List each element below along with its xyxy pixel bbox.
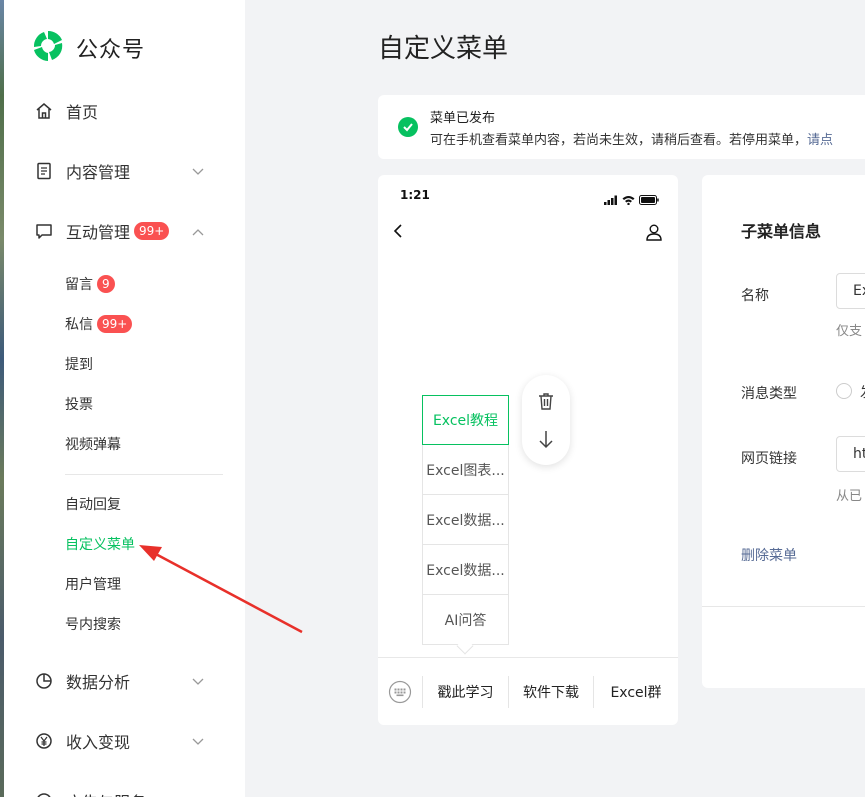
phone-preview: 1:21 Excel教程 Excel图表... Excel数据... Excel… — [378, 175, 678, 725]
sidebar-subitem-label: 自定义菜单 — [65, 537, 135, 553]
arrow-down-icon[interactable] — [536, 429, 556, 453]
sidebar-subitem-video-danmaku[interactable]: 视频弹幕 — [65, 432, 121, 456]
sidebar-subitem-label: 提到 — [65, 357, 93, 373]
notice-title: 菜单已发布 — [430, 111, 496, 126]
phone-menu-bar: 戳此学习 软件下载 Excel群 — [378, 657, 678, 725]
sidebar-item-ads-services[interactable]: 广告与服务 — [34, 786, 214, 797]
notice-text: 可在手机查看菜单内容，若尚未生效，请稍后查看。若停用菜单，请点 — [430, 129, 833, 148]
message-type-radio[interactable] — [836, 383, 852, 399]
sidebar-subitem-label: 号内搜索 — [65, 617, 121, 633]
sidebar: 公众号 首页 内容管理 互动管理 99+ 留言 9 私信 99+ 提到 投票 视… — [4, 0, 245, 797]
menu-tab-learn[interactable]: 戳此学习 — [423, 676, 508, 708]
sidebar-subitem-auto-reply[interactable]: 自动回复 — [65, 492, 121, 516]
publish-notice: 菜单已发布 可在手机查看菜单内容，若尚未生效，请稍后查看。若停用菜单，请点 — [378, 95, 865, 159]
sidebar-item-label: 广告与服务 — [66, 789, 146, 797]
brand-name: 公众号 — [76, 38, 146, 63]
chart-icon — [34, 671, 54, 691]
submenu-tools — [522, 375, 570, 465]
unread-badge: 99+ — [97, 315, 133, 333]
menu-tab-software[interactable]: 软件下载 — [509, 676, 593, 708]
success-check-icon — [398, 117, 418, 137]
wechat-official-logo-icon — [30, 28, 66, 68]
sidebar-subitem-label: 视频弹幕 — [65, 437, 121, 453]
divider — [65, 474, 223, 475]
name-input[interactable]: Ex — [836, 273, 865, 309]
menu-tab-excel-group[interactable]: Excel群 — [594, 676, 678, 708]
sidebar-item-label: 内容管理 — [66, 163, 131, 182]
user-profile-icon[interactable] — [645, 223, 663, 245]
sidebar-item-label: 互动管理 — [66, 223, 131, 242]
home-icon — [34, 101, 54, 121]
chevron-down-icon — [191, 164, 205, 183]
sidebar-item-label: 首页 — [66, 103, 99, 122]
url-input[interactable]: ht — [836, 436, 865, 472]
chevron-up-icon — [191, 224, 205, 243]
sidebar-item-label: 数据分析 — [66, 673, 131, 692]
submenu-item[interactable]: Excel数据... — [422, 545, 509, 595]
sidebar-subitem-user-management[interactable]: 用户管理 — [65, 572, 121, 596]
phone-clock: 1:21 — [400, 188, 430, 202]
sidebar-item-content[interactable]: 内容管理 — [34, 156, 214, 186]
sidebar-subitem-custom-menu[interactable]: 自定义菜单 — [65, 532, 135, 556]
submenu-item[interactable]: Excel教程 — [422, 395, 509, 445]
sidebar-subitem-mentions[interactable]: 提到 — [65, 352, 93, 376]
chevron-down-icon — [191, 734, 205, 753]
sidebar-item-interaction[interactable]: 互动管理 99+ — [34, 216, 214, 246]
url-hint: 从已 — [836, 489, 863, 504]
sidebar-subitem-in-account-search[interactable]: 号内搜索 — [65, 612, 121, 636]
keyboard-icon[interactable] — [388, 680, 412, 708]
sidebar-subitem-label: 投票 — [65, 397, 93, 413]
sidebar-subitem-label: 自动回复 — [65, 497, 121, 513]
battery-icon — [639, 190, 659, 209]
chat-icon — [34, 221, 54, 241]
url-label: 网页链接 — [741, 451, 797, 467]
sidebar-item-monetization[interactable]: 收入变现 — [34, 726, 214, 756]
unread-badge: 9 — [97, 275, 115, 293]
name-label: 名称 — [741, 288, 769, 304]
notice-body: 可在手机查看菜单内容，若尚未生效，请稍后查看。若停用菜单， — [430, 133, 808, 148]
divider — [702, 606, 865, 607]
back-arrow-icon[interactable] — [390, 223, 406, 243]
sidebar-subitem-label: 留言 — [65, 277, 93, 293]
chevron-down-icon — [191, 674, 205, 693]
submenu-item[interactable]: Excel数据... — [422, 495, 509, 545]
page-title: 自定义菜单 — [378, 34, 509, 64]
document-icon — [34, 161, 54, 181]
submenu-settings-panel: 子菜单信息 名称 Ex 仅支 消息类型 发 网页链接 ht 从已 删除菜单 — [702, 175, 865, 688]
phone-status-icons — [604, 190, 659, 209]
sidebar-item-analytics[interactable]: 数据分析 — [34, 666, 214, 696]
sidebar-subitem-comments[interactable]: 留言 9 — [65, 272, 115, 296]
brand[interactable]: 公众号 — [30, 28, 145, 68]
panel-title: 子菜单信息 — [741, 222, 822, 241]
signal-icon — [604, 190, 618, 209]
delete-menu-link[interactable]: 删除菜单 — [741, 545, 797, 565]
sidebar-item-label: 收入变现 — [66, 733, 131, 752]
sidebar-subitem-messages[interactable]: 私信 99+ — [65, 312, 133, 336]
unread-badge: 99+ — [134, 222, 170, 240]
trash-icon[interactable] — [536, 391, 556, 415]
wifi-icon — [622, 190, 635, 209]
submenu-item[interactable]: Excel图表... — [422, 445, 509, 495]
notice-link[interactable]: 请点 — [807, 133, 833, 148]
sidebar-subitem-label: 用户管理 — [65, 577, 121, 593]
sidebar-subitem-label: 私信 — [65, 317, 93, 333]
yen-icon — [34, 731, 54, 751]
sidebar-item-home[interactable]: 首页 — [34, 96, 214, 126]
sidebar-subitem-votes[interactable]: 投票 — [65, 392, 93, 416]
message-type-label: 消息类型 — [741, 386, 797, 402]
submenu-popup: Excel教程 Excel图表... Excel数据... Excel数据...… — [422, 395, 509, 655]
name-hint: 仅支 — [836, 324, 863, 339]
message-type-option: 发 — [860, 382, 865, 402]
service-icon — [34, 791, 54, 797]
